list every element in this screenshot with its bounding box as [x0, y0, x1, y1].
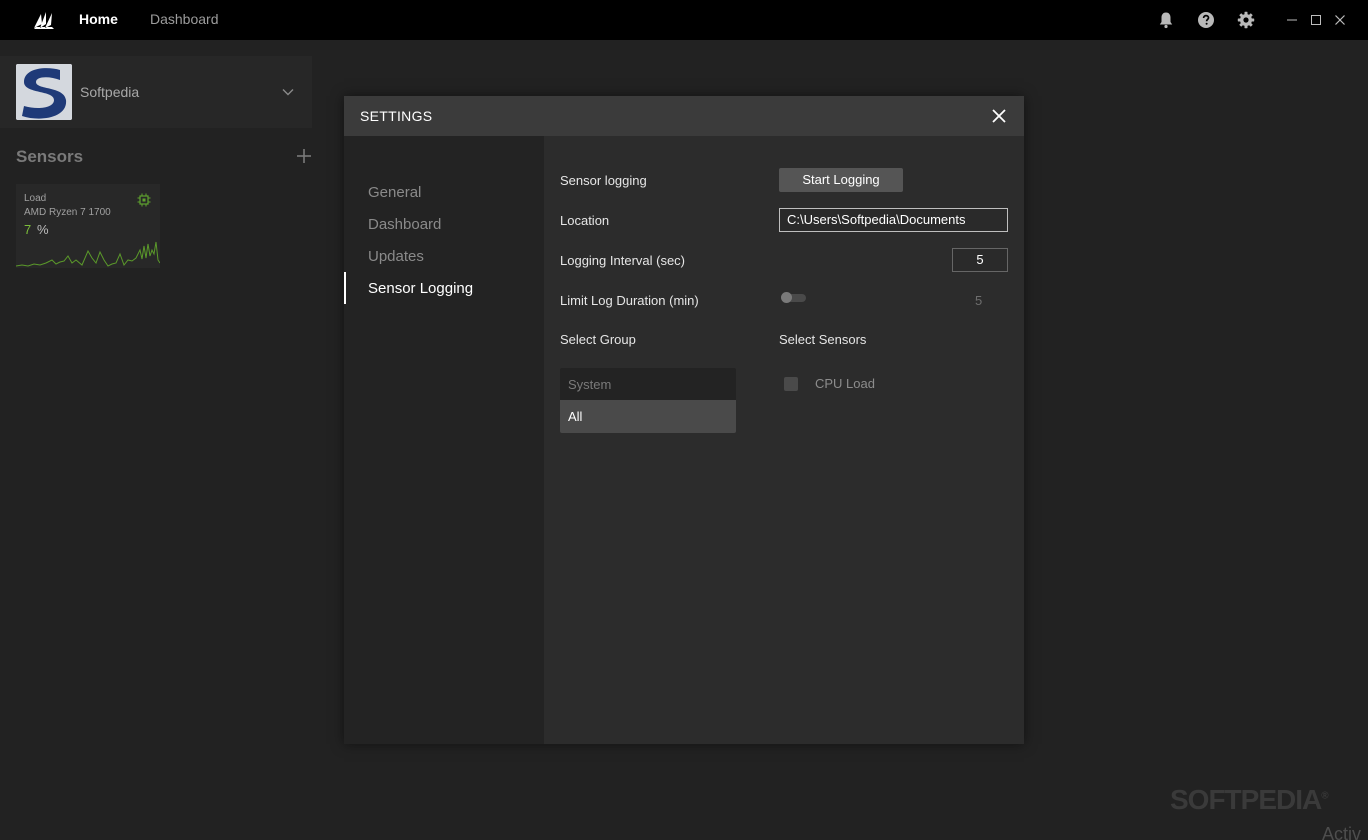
settings-dialog: SETTINGS General Dashboard Updates Senso… — [344, 96, 1024, 744]
settings-nav-sensor-logging[interactable]: Sensor Logging — [368, 280, 473, 297]
watermark-registered-mark: ® — [1321, 790, 1328, 802]
location-input[interactable]: C:\Users\Softpedia\Documents — [779, 208, 1008, 232]
logging-interval-label: Logging Interval (sec) — [560, 253, 686, 268]
group-placeholder: System — [568, 377, 612, 392]
minimize-icon[interactable] — [1285, 13, 1299, 27]
profile-name: Softpedia — [80, 84, 140, 100]
group-option-all[interactable]: All — [560, 400, 736, 433]
select-group-label: Select Group — [560, 332, 636, 347]
cpu-load-label: CPU Load — [815, 376, 875, 391]
logging-interval-input[interactable]: 5 — [952, 248, 1008, 272]
settings-nav-dashboard[interactable]: Dashboard — [368, 216, 441, 233]
maximize-icon[interactable] — [1309, 13, 1323, 27]
softpedia-watermark: SOFTPEDIA® — [1170, 784, 1329, 816]
cpu-load-checkbox[interactable] — [784, 377, 798, 391]
toggle-knob — [781, 292, 792, 303]
sensor-card-label: Load — [24, 193, 47, 204]
sensor-card-value: 7 — [24, 222, 32, 237]
settings-nav: General Dashboard Updates Sensor Logging — [344, 136, 544, 744]
start-logging-button[interactable]: Start Logging — [779, 168, 903, 192]
cpu-chip-icon — [137, 193, 151, 207]
settings-gear-icon[interactable] — [1237, 11, 1255, 29]
sensor-card-cpu-load[interactable]: Load AMD Ryzen 7 1700 7 % — [16, 184, 160, 268]
corsair-logo-icon — [34, 12, 54, 29]
softpedia-s-logo-icon — [16, 64, 72, 120]
activate-windows-text: Activ — [1322, 824, 1362, 840]
sensor-card-device: AMD Ryzen 7 1700 — [24, 207, 111, 218]
group-option-label: All — [568, 409, 583, 424]
watermark-text: SOFTPEDIA — [1170, 784, 1322, 815]
select-sensors-label: Select Sensors — [779, 332, 867, 347]
sensor-card-unit: % — [37, 222, 49, 237]
add-sensor-icon[interactable] — [295, 147, 313, 165]
dialog-close-icon[interactable] — [991, 108, 1007, 124]
limit-duration-label: Limit Log Duration (min) — [560, 293, 699, 308]
settings-nav-updates[interactable]: Updates — [368, 248, 424, 265]
settings-nav-general[interactable]: General — [368, 184, 421, 201]
active-nav-indicator — [344, 272, 346, 304]
limit-duration-toggle[interactable] — [781, 292, 806, 303]
location-label: Location — [560, 213, 610, 228]
nav-home-tab[interactable]: Home — [79, 11, 118, 27]
sensor-logging-panel: Sensor logging Start Logging Location C:… — [544, 136, 1024, 744]
notification-bell-icon[interactable] — [1157, 11, 1175, 29]
profile-selector[interactable]: Softpedia — [0, 56, 312, 128]
sensor-sparkline — [16, 241, 160, 267]
sensors-section-title: Sensors — [16, 147, 84, 166]
nav-dashboard-tab[interactable]: Dashboard — [150, 11, 219, 27]
dialog-header: SETTINGS — [344, 96, 1024, 136]
close-icon[interactable] — [1333, 13, 1347, 27]
dialog-title: SETTINGS — [360, 108, 433, 124]
help-icon[interactable] — [1197, 11, 1215, 29]
limit-duration-value[interactable]: 5 — [975, 293, 982, 308]
group-list-header[interactable]: System — [560, 368, 736, 400]
chevron-down-icon[interactable] — [281, 85, 295, 99]
title-bar: Home Dashboard — [0, 0, 1368, 40]
avatar — [16, 64, 72, 120]
sensor-logging-label: Sensor logging — [560, 173, 647, 188]
